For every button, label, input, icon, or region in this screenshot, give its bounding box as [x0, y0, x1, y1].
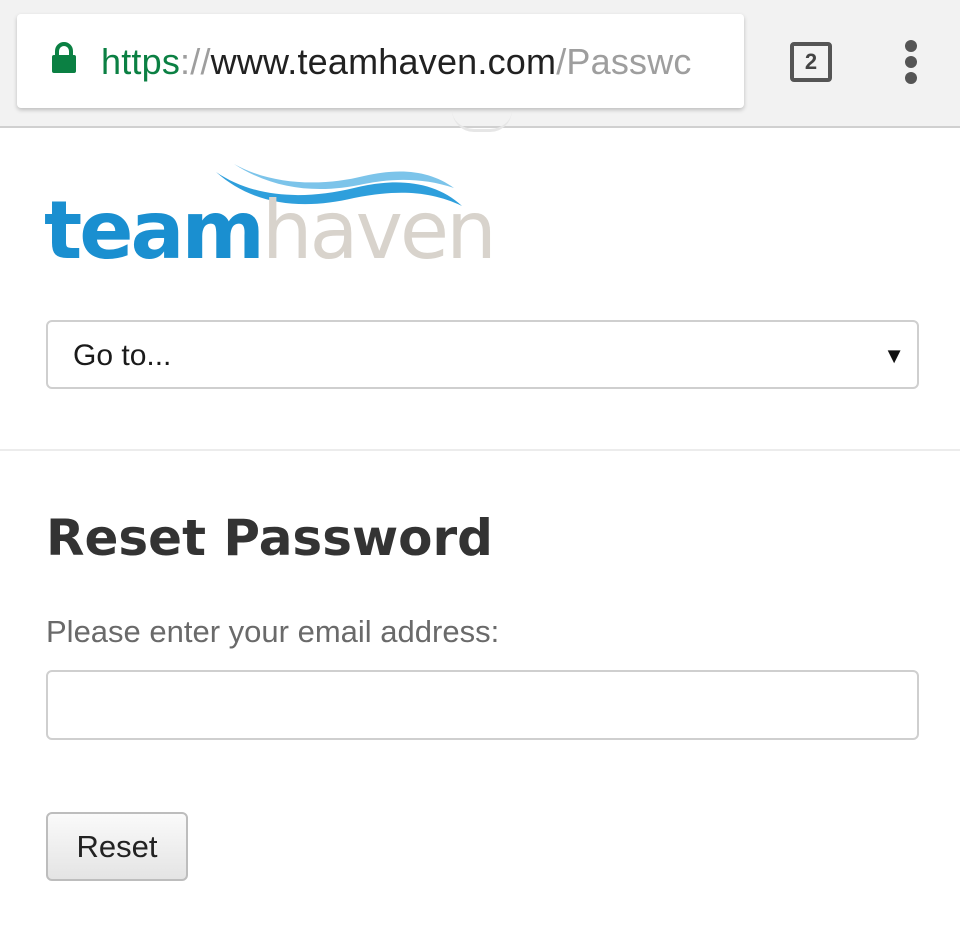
url-scheme: https — [101, 41, 181, 82]
logo-team-text: team — [44, 184, 265, 277]
browser-toolbar: https://www.teamhaven.com/Passwc 2 — [0, 0, 960, 128]
reset-button[interactable]: Reset — [46, 812, 188, 881]
lock-icon — [52, 42, 76, 73]
page-title: Reset Password — [46, 509, 493, 567]
email-label: Please enter your email address: — [46, 614, 500, 649]
teamhaven-logo[interactable]: teamhaven — [44, 158, 497, 278]
dropdown-arrow-icon: ▼ — [883, 343, 905, 368]
url-path: /Passwc — [556, 41, 692, 82]
url-separator: :// — [180, 41, 211, 82]
url-host: www.teamhaven.com — [210, 41, 557, 82]
tab-switcher-button[interactable]: 2 — [790, 42, 832, 82]
goto-select[interactable]: Go to... ▼ — [46, 320, 919, 389]
section-divider — [0, 449, 960, 451]
goto-selected-value: Go to... — [73, 339, 172, 372]
address-bar[interactable]: https://www.teamhaven.com/Passwc — [17, 14, 744, 108]
email-input[interactable] — [46, 670, 919, 740]
logo-wordmark: teamhaven — [44, 184, 497, 277]
more-vert-icon[interactable] — [899, 40, 923, 84]
logo-haven-text: haven — [261, 184, 497, 277]
pull-refresh-indicator — [452, 110, 512, 132]
url-text: https://www.teamhaven.com/Passwc — [101, 38, 692, 86]
